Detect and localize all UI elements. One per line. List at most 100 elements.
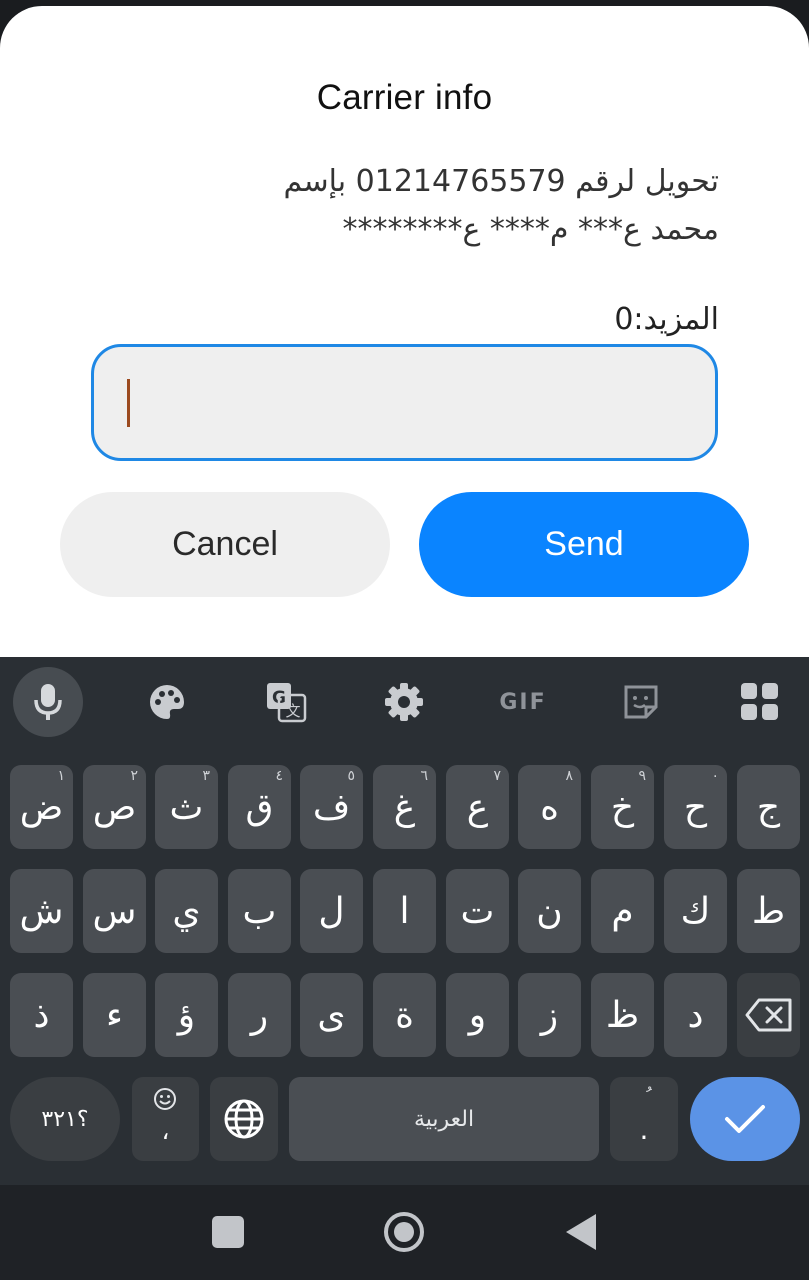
key-char: ه xyxy=(540,786,559,828)
home-dot xyxy=(394,1222,414,1242)
navigation-bar xyxy=(0,1185,809,1280)
backspace-key[interactable] xyxy=(737,973,800,1057)
symbols-key[interactable]: ؟٣٢١ xyxy=(10,1077,120,1161)
backspace-icon xyxy=(745,998,791,1032)
key-dhal[interactable]: ذ xyxy=(10,973,73,1057)
key-fa[interactable]: ف٥ xyxy=(300,765,363,849)
key-char: ء xyxy=(106,994,123,1036)
gif-label: GIF xyxy=(499,689,547,715)
translate-icon[interactable]: G文 xyxy=(251,667,321,737)
svg-text:文: 文 xyxy=(285,702,300,720)
key-ta-marbuta[interactable]: ة xyxy=(373,973,436,1057)
dialog-message: تحويل لرقم 01214765579 بإسم محمد ع*** م*… xyxy=(159,158,719,254)
key-dad[interactable]: ض١ xyxy=(10,765,73,849)
key-hamza[interactable]: ء xyxy=(83,973,146,1057)
enter-key[interactable] xyxy=(690,1077,800,1161)
reply-input[interactable] xyxy=(91,344,718,461)
key-char: ر xyxy=(250,994,269,1036)
key-hint: ٩ xyxy=(638,768,646,784)
key-qaf[interactable]: ق٤ xyxy=(228,765,291,849)
key-kha[interactable]: خ٩ xyxy=(591,765,654,849)
period-label: . xyxy=(639,1113,649,1146)
home-circle-icon[interactable] xyxy=(384,1212,424,1252)
key-alif-maqsura[interactable]: ى xyxy=(300,973,363,1057)
key-char: خ xyxy=(610,786,635,828)
key-tta[interactable]: ط xyxy=(737,869,800,953)
key-char: ن xyxy=(536,890,563,932)
key-char: م xyxy=(611,890,634,932)
key-nun[interactable]: ن xyxy=(518,869,581,953)
key-lam[interactable]: ل xyxy=(300,869,363,953)
key-char: ص xyxy=(92,786,137,828)
dialog-message-line2: محمد ع*** م**** ع******** xyxy=(342,212,719,247)
key-char: ب xyxy=(242,890,277,932)
cancel-button[interactable]: Cancel xyxy=(60,492,390,597)
key-ra[interactable]: ر xyxy=(228,973,291,1057)
space-key[interactable]: العربية xyxy=(289,1077,599,1161)
emoji-icon xyxy=(154,1088,176,1110)
key-hha[interactable]: ح٠ xyxy=(664,765,727,849)
key-char: ا xyxy=(399,890,410,932)
key-dal[interactable]: د xyxy=(664,973,727,1057)
key-ha[interactable]: ه٨ xyxy=(518,765,581,849)
key-char: ل xyxy=(318,890,345,932)
key-ya[interactable]: ي xyxy=(155,869,218,953)
key-ain[interactable]: ع٧ xyxy=(446,765,509,849)
recents-square-icon[interactable] xyxy=(212,1216,244,1248)
key-hint: ٧ xyxy=(493,768,501,784)
key-hint: ٣ xyxy=(202,768,210,784)
key-ba[interactable]: ب xyxy=(228,869,291,953)
back-triangle-icon[interactable] xyxy=(566,1214,596,1250)
key-waw[interactable]: و xyxy=(446,973,509,1057)
key-hint: ٤ xyxy=(275,768,283,784)
key-char: ؤ xyxy=(177,994,196,1036)
key-ghain[interactable]: غ٦ xyxy=(373,765,436,849)
key-waw-hamza[interactable]: ؤ xyxy=(155,973,218,1057)
key-tha[interactable]: ث٣ xyxy=(155,765,218,849)
key-kaf[interactable]: ك xyxy=(664,869,727,953)
symbols-label: ؟٣٢١ xyxy=(41,1106,89,1132)
text-cursor xyxy=(127,379,130,427)
carrier-info-dialog: Carrier info تحويل لرقم 01214765579 بإسم… xyxy=(0,6,809,657)
gif-icon[interactable]: GIF xyxy=(488,667,558,737)
key-zay[interactable]: ز xyxy=(518,973,581,1057)
key-char: ط xyxy=(751,890,786,932)
key-char: ظ xyxy=(605,994,640,1036)
key-hint: ٥ xyxy=(347,768,355,784)
key-shin[interactable]: ش xyxy=(10,869,73,953)
key-sin[interactable]: س xyxy=(83,869,146,953)
palette-icon[interactable] xyxy=(132,667,202,737)
key-char: ف xyxy=(312,786,351,828)
period-key[interactable]: ُ . xyxy=(610,1077,678,1161)
key-zha[interactable]: ظ xyxy=(591,973,654,1057)
key-char: ج xyxy=(756,786,781,828)
key-char: ذ xyxy=(33,994,50,1036)
sticker-icon[interactable] xyxy=(606,667,676,737)
key-char: س xyxy=(92,890,137,932)
key-hint: ٦ xyxy=(420,768,428,784)
key-hint: ٠ xyxy=(711,768,719,784)
key-char: غ xyxy=(393,786,416,828)
microphone-icon[interactable] xyxy=(13,667,83,737)
apps-grid-icon[interactable] xyxy=(725,667,795,737)
key-hint: ٢ xyxy=(130,768,138,784)
key-char: د xyxy=(687,994,704,1036)
settings-icon[interactable] xyxy=(369,667,439,737)
key-hint: ١ xyxy=(57,768,65,784)
key-hint: ٨ xyxy=(565,768,573,784)
dialog-title: Carrier info xyxy=(316,78,493,117)
key-ta[interactable]: ت xyxy=(446,869,509,953)
emoji-comma-key[interactable]: ، xyxy=(132,1077,199,1161)
key-char: ز xyxy=(540,994,559,1036)
key-char: ق xyxy=(245,786,274,828)
send-button[interactable]: Send xyxy=(419,492,749,597)
key-sad[interactable]: ص٢ xyxy=(83,765,146,849)
key-char: ش xyxy=(19,890,64,932)
key-mim[interactable]: م xyxy=(591,869,654,953)
key-char: ح xyxy=(683,786,708,828)
key-alif[interactable]: ا xyxy=(373,869,436,953)
language-switch-key[interactable] xyxy=(210,1077,278,1161)
key-jim[interactable]: ج xyxy=(737,765,800,849)
keyboard-toolbar: G文 GIF xyxy=(0,657,809,751)
key-char: ت xyxy=(460,890,495,932)
